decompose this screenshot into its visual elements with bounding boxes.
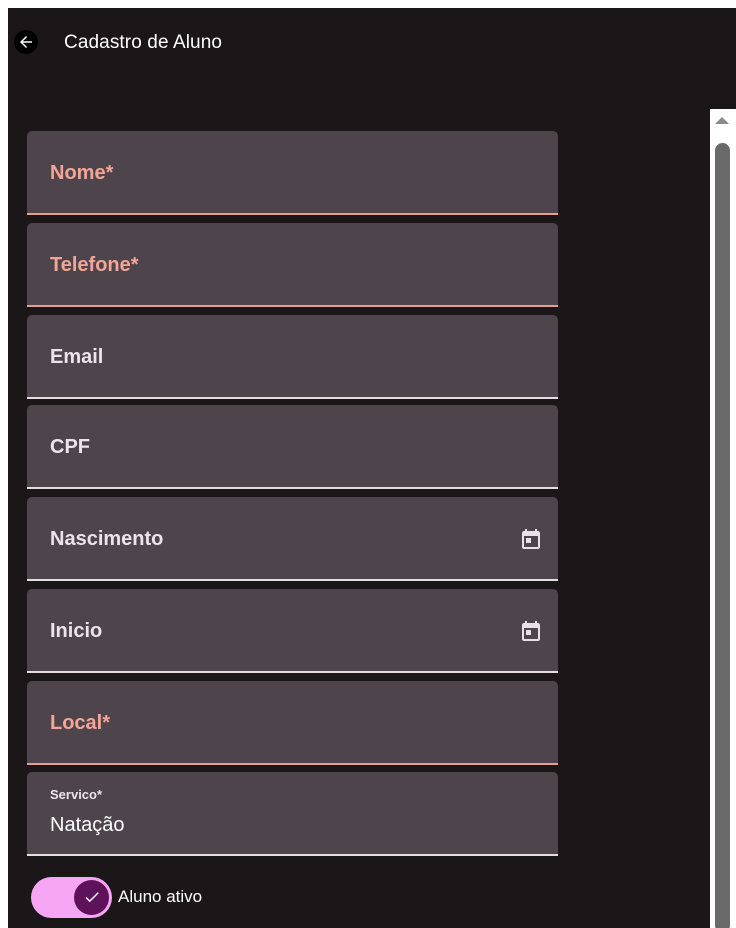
nascimento-underline [27,579,558,581]
email-label: Email [50,346,104,368]
aluno-ativo-toggle[interactable] [31,876,112,918]
arrow-left-icon [20,36,32,48]
app-window: Cadastro de Aluno Nome* Telefone* Email … [8,8,736,928]
calendar-icon[interactable] [519,619,543,643]
check-icon [85,892,99,903]
page-title: Cadastro de Aluno [64,32,223,53]
toggle-knob [74,879,109,915]
inicio-underline [27,671,558,673]
aluno-ativo-label: Aluno ativo [118,887,203,906]
email-underline [27,397,558,399]
cpf-label: CPF [50,436,90,458]
local-label: Local* [50,712,111,734]
scroll-up-arrow-icon[interactable] [715,117,729,124]
servico-underline [27,854,558,856]
local-field[interactable]: Local* [27,681,558,765]
back-button[interactable] [14,30,38,54]
calendar-icon[interactable] [519,527,543,551]
scrollbar[interactable] [710,109,736,928]
servico-select[interactable]: Servico* Natação [27,772,558,856]
email-field[interactable]: Email [27,315,558,399]
servico-label: Servico* [50,787,103,802]
cpf-field[interactable]: CPF [27,405,558,489]
telefone-label: Telefone* [50,254,139,276]
nome-underline [27,213,558,215]
inicio-label: Inicio [50,620,103,642]
scroll-thumb[interactable] [715,143,730,928]
cpf-underline [27,487,558,489]
nome-label: Nome* [50,162,114,184]
inicio-field[interactable]: Inicio [27,589,558,673]
local-underline [27,763,558,765]
servico-value: Natação [50,814,125,836]
top-bar: Cadastro de Aluno [8,8,736,80]
telefone-field[interactable]: Telefone* [27,223,558,307]
telefone-underline [27,305,558,307]
nascimento-field[interactable]: Nascimento [27,497,558,581]
nascimento-label: Nascimento [50,528,164,550]
nome-field[interactable]: Nome* [27,131,558,215]
aluno-ativo-toggle-row: Aluno ativo [31,875,202,919]
